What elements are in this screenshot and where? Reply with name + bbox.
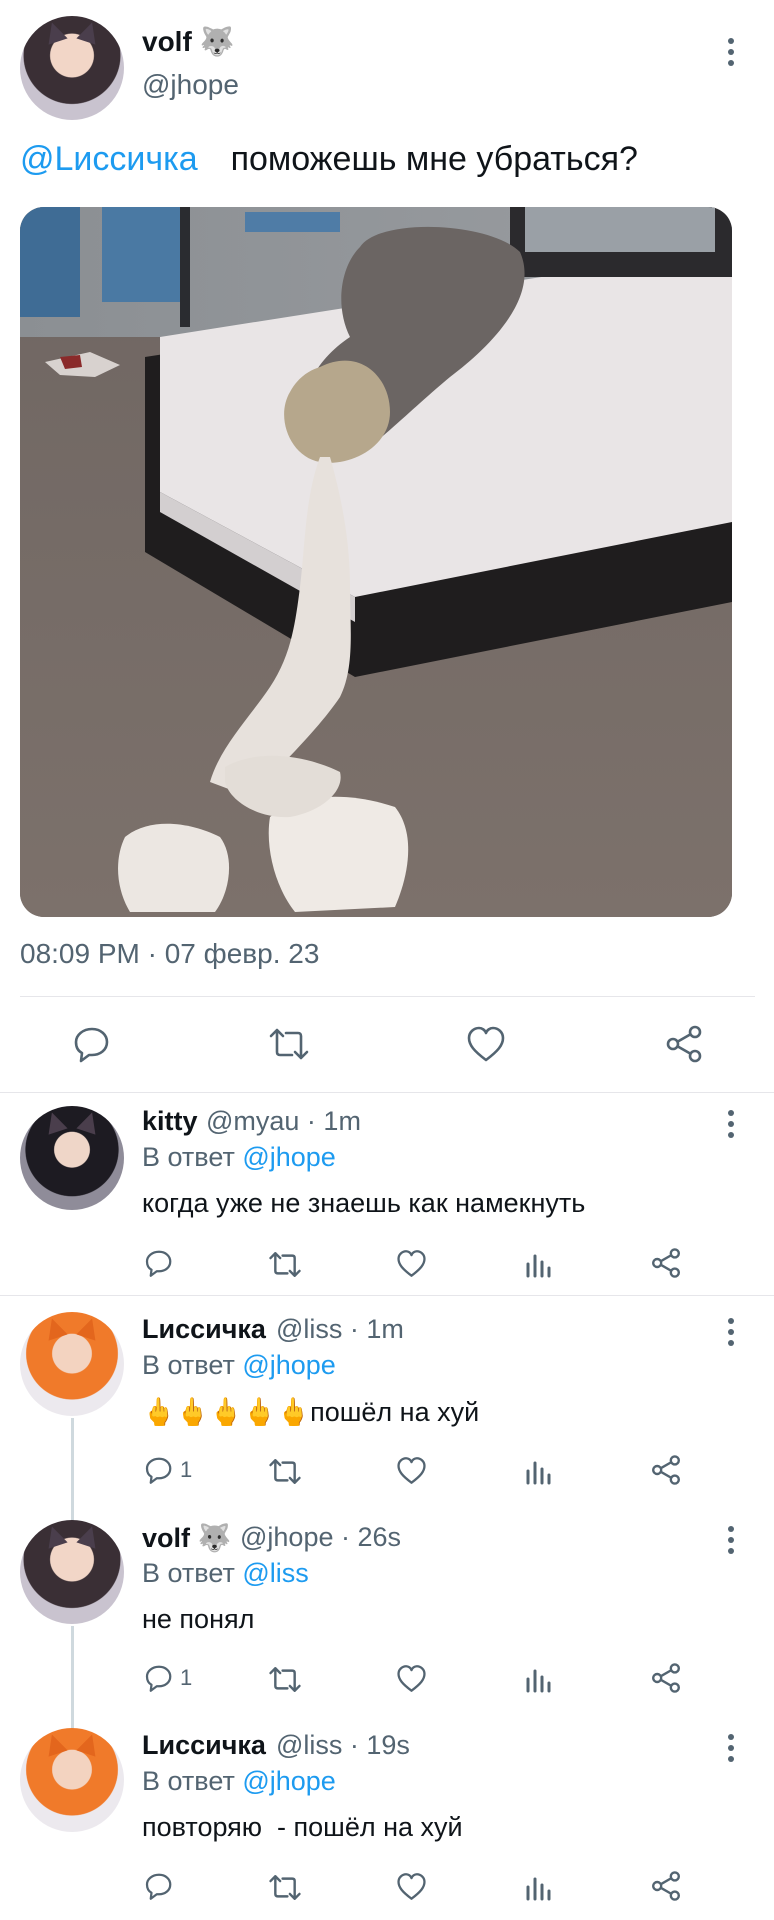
retweet-button[interactable]	[268, 1457, 302, 1486]
like-icon	[397, 1873, 426, 1900]
tweet-text: @Lиссичка поможешь мне убраться?	[20, 140, 638, 179]
tweet-body: поможешь мне убраться?	[230, 140, 638, 178]
reply-avatar[interactable]	[20, 1106, 124, 1210]
retweet-button[interactable]	[268, 1873, 302, 1902]
stats-button[interactable]	[524, 1665, 552, 1693]
reply-avatar[interactable]	[20, 1520, 124, 1624]
reply-avatar[interactable]	[20, 1312, 124, 1416]
reply-author-name[interactable]: kitty	[142, 1106, 198, 1137]
reply-context: В ответ @jhope	[142, 1766, 336, 1796]
divider	[0, 1092, 774, 1093]
like-icon	[397, 1665, 426, 1692]
tweet-image[interactable]	[20, 207, 732, 917]
like-icon	[467, 1026, 505, 1062]
share-icon	[652, 1455, 680, 1485]
stats-icon	[526, 1877, 551, 1901]
reply-count: 1	[180, 1457, 193, 1482]
thread-connector	[71, 1626, 74, 1730]
reply-icon	[145, 1873, 172, 1900]
like-icon	[397, 1457, 426, 1484]
more-options-icon[interactable]	[727, 1526, 735, 1554]
more-options-icon[interactable]	[727, 1318, 735, 1346]
stats-icon	[526, 1461, 551, 1485]
like-button[interactable]	[396, 1456, 427, 1485]
reply-button[interactable]	[72, 1024, 112, 1064]
stats-icon	[526, 1254, 551, 1278]
reply-author-name[interactable]: Lиссичка	[142, 1730, 266, 1761]
reply-meta: @jhope · 26s	[240, 1522, 401, 1552]
like-icon	[397, 1250, 426, 1277]
retweet-button[interactable]	[268, 1665, 302, 1694]
share-button[interactable]	[650, 1870, 682, 1902]
reply-author-name[interactable]: volf 🐺	[142, 1522, 231, 1554]
like-button[interactable]	[396, 1664, 427, 1693]
reply-button[interactable]	[144, 1248, 180, 1278]
reply-avatar[interactable]	[20, 1728, 124, 1832]
reply-count: 1	[180, 1665, 193, 1690]
bed-with-sheets-photo	[20, 207, 732, 917]
retweet-icon	[269, 1028, 309, 1060]
retweet-icon	[269, 1459, 301, 1484]
mention-link[interactable]: @Lиссичка	[20, 140, 198, 178]
more-options-icon[interactable]	[727, 1734, 735, 1762]
stats-button[interactable]	[524, 1873, 552, 1901]
reply-to-link[interactable]: @jhope	[242, 1766, 335, 1796]
reply-icon	[145, 1250, 172, 1277]
retweet-button[interactable]	[268, 1250, 302, 1279]
reply-to-link[interactable]: @jhope	[242, 1350, 335, 1380]
reply-icon	[74, 1027, 109, 1063]
share-button[interactable]	[664, 1024, 704, 1064]
tweet-thread-page: volf 🐺 @jhope @Lиссичка поможешь мне убр…	[0, 0, 774, 1920]
share-icon	[652, 1663, 680, 1693]
author-avatar[interactable]	[20, 16, 124, 120]
reply-meta: @myau · 1m	[206, 1106, 361, 1136]
share-button[interactable]	[650, 1247, 682, 1279]
like-button[interactable]	[466, 1025, 506, 1063]
thread-connector	[71, 1418, 74, 1522]
stats-button[interactable]	[524, 1457, 552, 1485]
tweet-timestamp: 08:09 PM · 07 февр. 23	[20, 938, 320, 969]
reply-to-link[interactable]: @liss	[242, 1558, 308, 1588]
like-button[interactable]	[396, 1249, 427, 1278]
reply-button[interactable]: 1	[144, 1663, 192, 1693]
retweet-icon	[269, 1667, 301, 1692]
reply-icon	[145, 1457, 172, 1484]
author-handle[interactable]: @jhope	[142, 69, 239, 101]
more-options-icon[interactable]	[727, 38, 735, 66]
reply-text: когда уже не знаешь как намекнуть	[142, 1188, 586, 1218]
reply-text: не понял	[142, 1604, 255, 1634]
retweet-icon	[269, 1875, 301, 1900]
retweet-icon	[269, 1252, 301, 1277]
reply-context: В ответ @liss	[142, 1558, 309, 1588]
author-name[interactable]: volf 🐺	[142, 25, 234, 58]
retweet-button[interactable]	[268, 1026, 310, 1062]
share-icon	[666, 1025, 702, 1063]
reply-button[interactable]	[144, 1871, 180, 1901]
stats-button[interactable]	[524, 1250, 552, 1278]
reply-button[interactable]: 1	[144, 1455, 192, 1485]
share-icon	[652, 1871, 680, 1901]
divider	[0, 1295, 774, 1296]
stats-icon	[526, 1669, 551, 1693]
reply-author-name[interactable]: Lиссичка	[142, 1314, 266, 1345]
more-options-icon[interactable]	[727, 1110, 735, 1138]
reply-context: В ответ @jhope	[142, 1350, 336, 1380]
like-button[interactable]	[396, 1872, 427, 1901]
divider	[20, 996, 755, 997]
reply-context: В ответ @jhope	[142, 1142, 336, 1172]
share-button[interactable]	[650, 1662, 682, 1694]
reply-icon	[145, 1665, 172, 1692]
reply-text: 🖕🖕🖕🖕🖕пошёл на хуй	[142, 1397, 480, 1427]
reply-text: повторяю - пошёл на хуй	[142, 1812, 463, 1842]
share-button[interactable]	[650, 1454, 682, 1486]
share-icon	[652, 1248, 680, 1278]
reply-to-link[interactable]: @jhope	[242, 1142, 335, 1172]
reply-meta: @liss · 1m	[276, 1314, 404, 1344]
reply-meta: @liss · 19s	[276, 1730, 410, 1760]
